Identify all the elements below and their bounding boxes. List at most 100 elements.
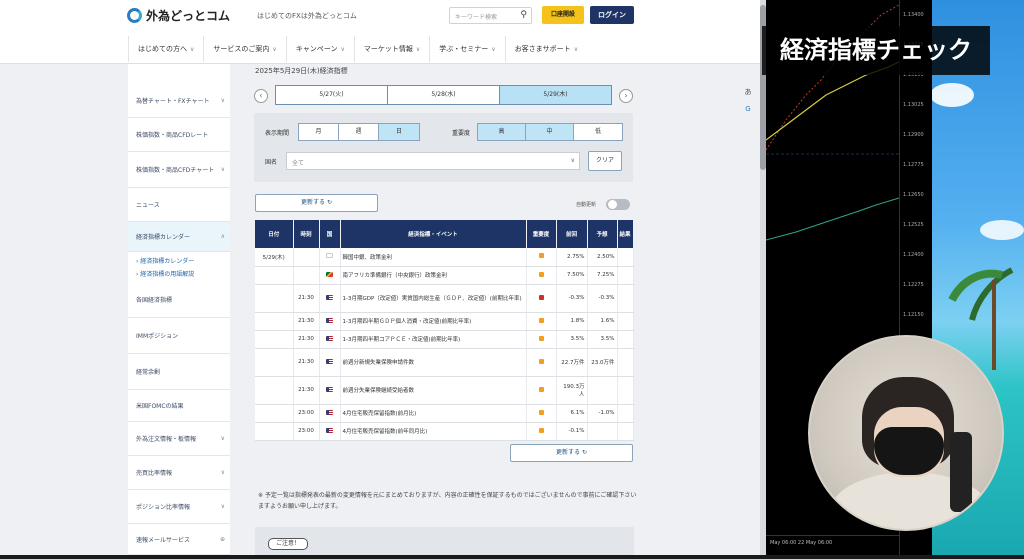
sidebar-item-current-account[interactable]: 経常余剰 [128,354,230,390]
importance-toggle: 高 中 低 [477,123,623,141]
nav-item-learn[interactable]: 学ぶ・セミナー ∨ [429,36,504,62]
cell-date [255,348,294,377]
sidebar-sub-calendar[interactable]: › 経済指標カレンダー [132,256,194,265]
cell-event[interactable]: 南アフリカ準備銀行（中央銀行）政策金利 [340,266,527,285]
sidebar-item-fx-chart[interactable]: 為替チャート・FXチャート ∨ [128,84,230,118]
site-header: 外為どっとコム はじめてのFXは外為どっとコム キーワード検索 ⚲ 口座開設 ロ… [0,0,766,64]
nav-label: 学ぶ・セミナー [439,45,489,53]
cell-previous: 190.3万人 [556,376,588,405]
cell-event[interactable]: 前週分新規失業保険申請件数 [340,348,527,377]
table-row: 21:30 前週分失業保険継続受給者数 190.3万人 [255,376,634,405]
translate-icon[interactable]: あ [742,86,754,98]
nav-item-market[interactable]: マーケット情報 ∨ [353,36,429,62]
video-caption: 経済指標チェック [762,26,990,75]
cell-event[interactable]: 1-3月期四半期コアＰＣＥ・改定値(前期比年率) [340,330,527,349]
table-header-row: 日付 時刻 国 経済指標・イベント 重要度 前回 予想 結果 [255,220,634,248]
microphone [950,432,972,512]
sidebar-item-fomc[interactable]: 米国FOMCの結果 [128,390,230,422]
login-button[interactable]: ログイン [590,6,634,24]
sidebar-item-label: 株価指数・商品CFDレート [136,132,209,139]
period-week-button[interactable]: 週 [339,124,379,140]
open-account-button[interactable]: 口座開設 [542,6,584,24]
prev-date-button[interactable]: ‹ [254,89,268,103]
cell-importance [526,404,557,423]
nav-label: サービスのご案内 [213,45,270,53]
refresh-button-top[interactable]: 更新する ↻ [255,194,378,212]
sidebar-item-country-indicators[interactable]: 各国経済指標 [128,282,230,318]
cell-forecast [587,376,618,405]
site-logo[interactable]: 外為どっとコム [127,7,230,24]
notice-banner [255,527,634,555]
cell-country [319,422,341,441]
cell-time: 21:30 [293,330,320,349]
sidebar-sub-glossary[interactable]: › 経済指標の用語解説 [132,269,194,278]
cell-event[interactable]: 4月住宅販売保留指数(前月比) [340,404,527,423]
cell-event[interactable]: 前週分失業保険継続受給者数 [340,376,527,405]
period-day-button[interactable]: 日 [379,124,419,140]
cell-result [617,330,634,349]
sidebar-item-calendar[interactable]: 経済指標カレンダー ∧ [128,222,230,252]
chevron-icon: ∧ [220,233,225,240]
flag-us-icon [326,358,333,364]
notice-badge[interactable]: ご注意！ [268,538,308,550]
chevron-down-icon: ∨ [190,46,195,53]
auto-update-toggle[interactable] [606,199,630,210]
chevron-icon: ∨ [220,469,225,476]
cell-previous: -0.1% [556,422,588,441]
nav-item-beginners[interactable]: はじめての方へ ∨ [128,36,203,62]
cell-previous: 22.7万件 [556,348,588,377]
clear-button[interactable]: クリア [588,151,622,171]
next-date-button[interactable]: › [619,89,633,103]
importance-mid-button[interactable]: 中 [526,124,574,140]
sidebar-item-mail[interactable]: 速報メールサービス ⊕ [128,524,230,555]
sidebar-item-position-ratio[interactable]: ポジション比率情報 ∨ [128,490,230,524]
tab-date-0528[interactable]: 5/28(水) [388,86,500,104]
cell-forecast: -0.3% [587,284,618,313]
sidebar-item-imm[interactable]: IMMポジション [128,318,230,354]
sidebar-item-cfd-rate[interactable]: 株価指数・商品CFDレート [128,118,230,152]
global-nav: はじめての方へ ∨ サービスのご案内 ∨ キャンペーン ∨ マーケット情報 ∨ 学ぶ・セ… [128,36,587,62]
cell-event[interactable]: 1-3月期GDP（改定値）実質国内総生産（ＧＤＰ、改定値）(前期比年率) [340,284,527,313]
sidebar-item-label: 速報メールサービス [136,536,191,544]
cell-event[interactable]: 4月住宅販売保留指数(前年同月比) [340,422,527,441]
sidebar-item-label: 米国FOMCの結果 [136,403,184,410]
importance-mid-icon [538,358,544,364]
period-month-button[interactable]: 月 [299,124,339,140]
cell-country [319,266,341,285]
flag-us-icon [326,335,333,341]
chevron-down-icon: ∨ [573,46,579,53]
logo-icon [127,8,142,23]
country-select[interactable]: 全て ∨ [286,152,580,170]
importance-low-button[interactable]: 低 [574,124,622,140]
nav-item-support[interactable]: お客さまサポート ∨ [504,36,587,62]
tab-date-0527[interactable]: 5/27(火) [276,86,388,104]
sidebar-item-news[interactable]: ニュース [128,188,230,222]
nav-label: お客さまサポート [514,45,571,53]
chevron-down-icon: ∨ [570,157,575,164]
importance-high-button[interactable]: 高 [478,124,526,140]
sidebar-item-label: 経済指標カレンダー [136,234,191,241]
calendar-table: 日付 時刻 国 経済指標・イベント 重要度 前回 予想 結果 5/29(木) 韓国… [255,220,634,441]
nav-label: マーケット情報 [363,45,413,53]
cell-importance [526,348,557,377]
sidebar-item-cfd-chart[interactable]: 株価指数・商品CFDチャート ∨ [128,152,230,188]
nav-item-services[interactable]: サービスのご案内 ∨ [203,36,285,62]
sidebar-item-order-book[interactable]: 外為注文情報・板情報 ∨ [128,422,230,456]
search-icon[interactable]: ⚲ [520,10,527,20]
col-importance: 重要度 [526,220,557,248]
tab-date-0529[interactable]: 5/29(木) [500,86,611,104]
cell-forecast: 2.50% [587,248,618,267]
sidebar-item-trade-ratio[interactable]: 売買比率情報 ∨ [128,456,230,490]
table-row: 23:00 4月住宅販売保留指数(前月比) 6.1% -1.0% [255,404,634,423]
importance-mid-icon [538,271,544,277]
search-input[interactable]: キーワード検索 ⚲ [449,7,532,24]
search-placeholder: キーワード検索 [455,14,498,21]
nav-item-campaign[interactable]: キャンペーン ∨ [285,36,354,62]
cell-event[interactable]: 1-3月期四半期ＧＤＰ個人消費・改定値(前期比年率) [340,312,527,331]
refresh-button-bottom[interactable]: 更新する ↻ [510,444,633,462]
share-icon[interactable]: G [742,103,754,115]
cell-event[interactable]: 韓国中銀、政策金利 [340,248,527,267]
chevron-down-icon: ∨ [340,46,345,53]
importance-mid-icon [538,317,544,323]
cell-result [617,266,634,285]
